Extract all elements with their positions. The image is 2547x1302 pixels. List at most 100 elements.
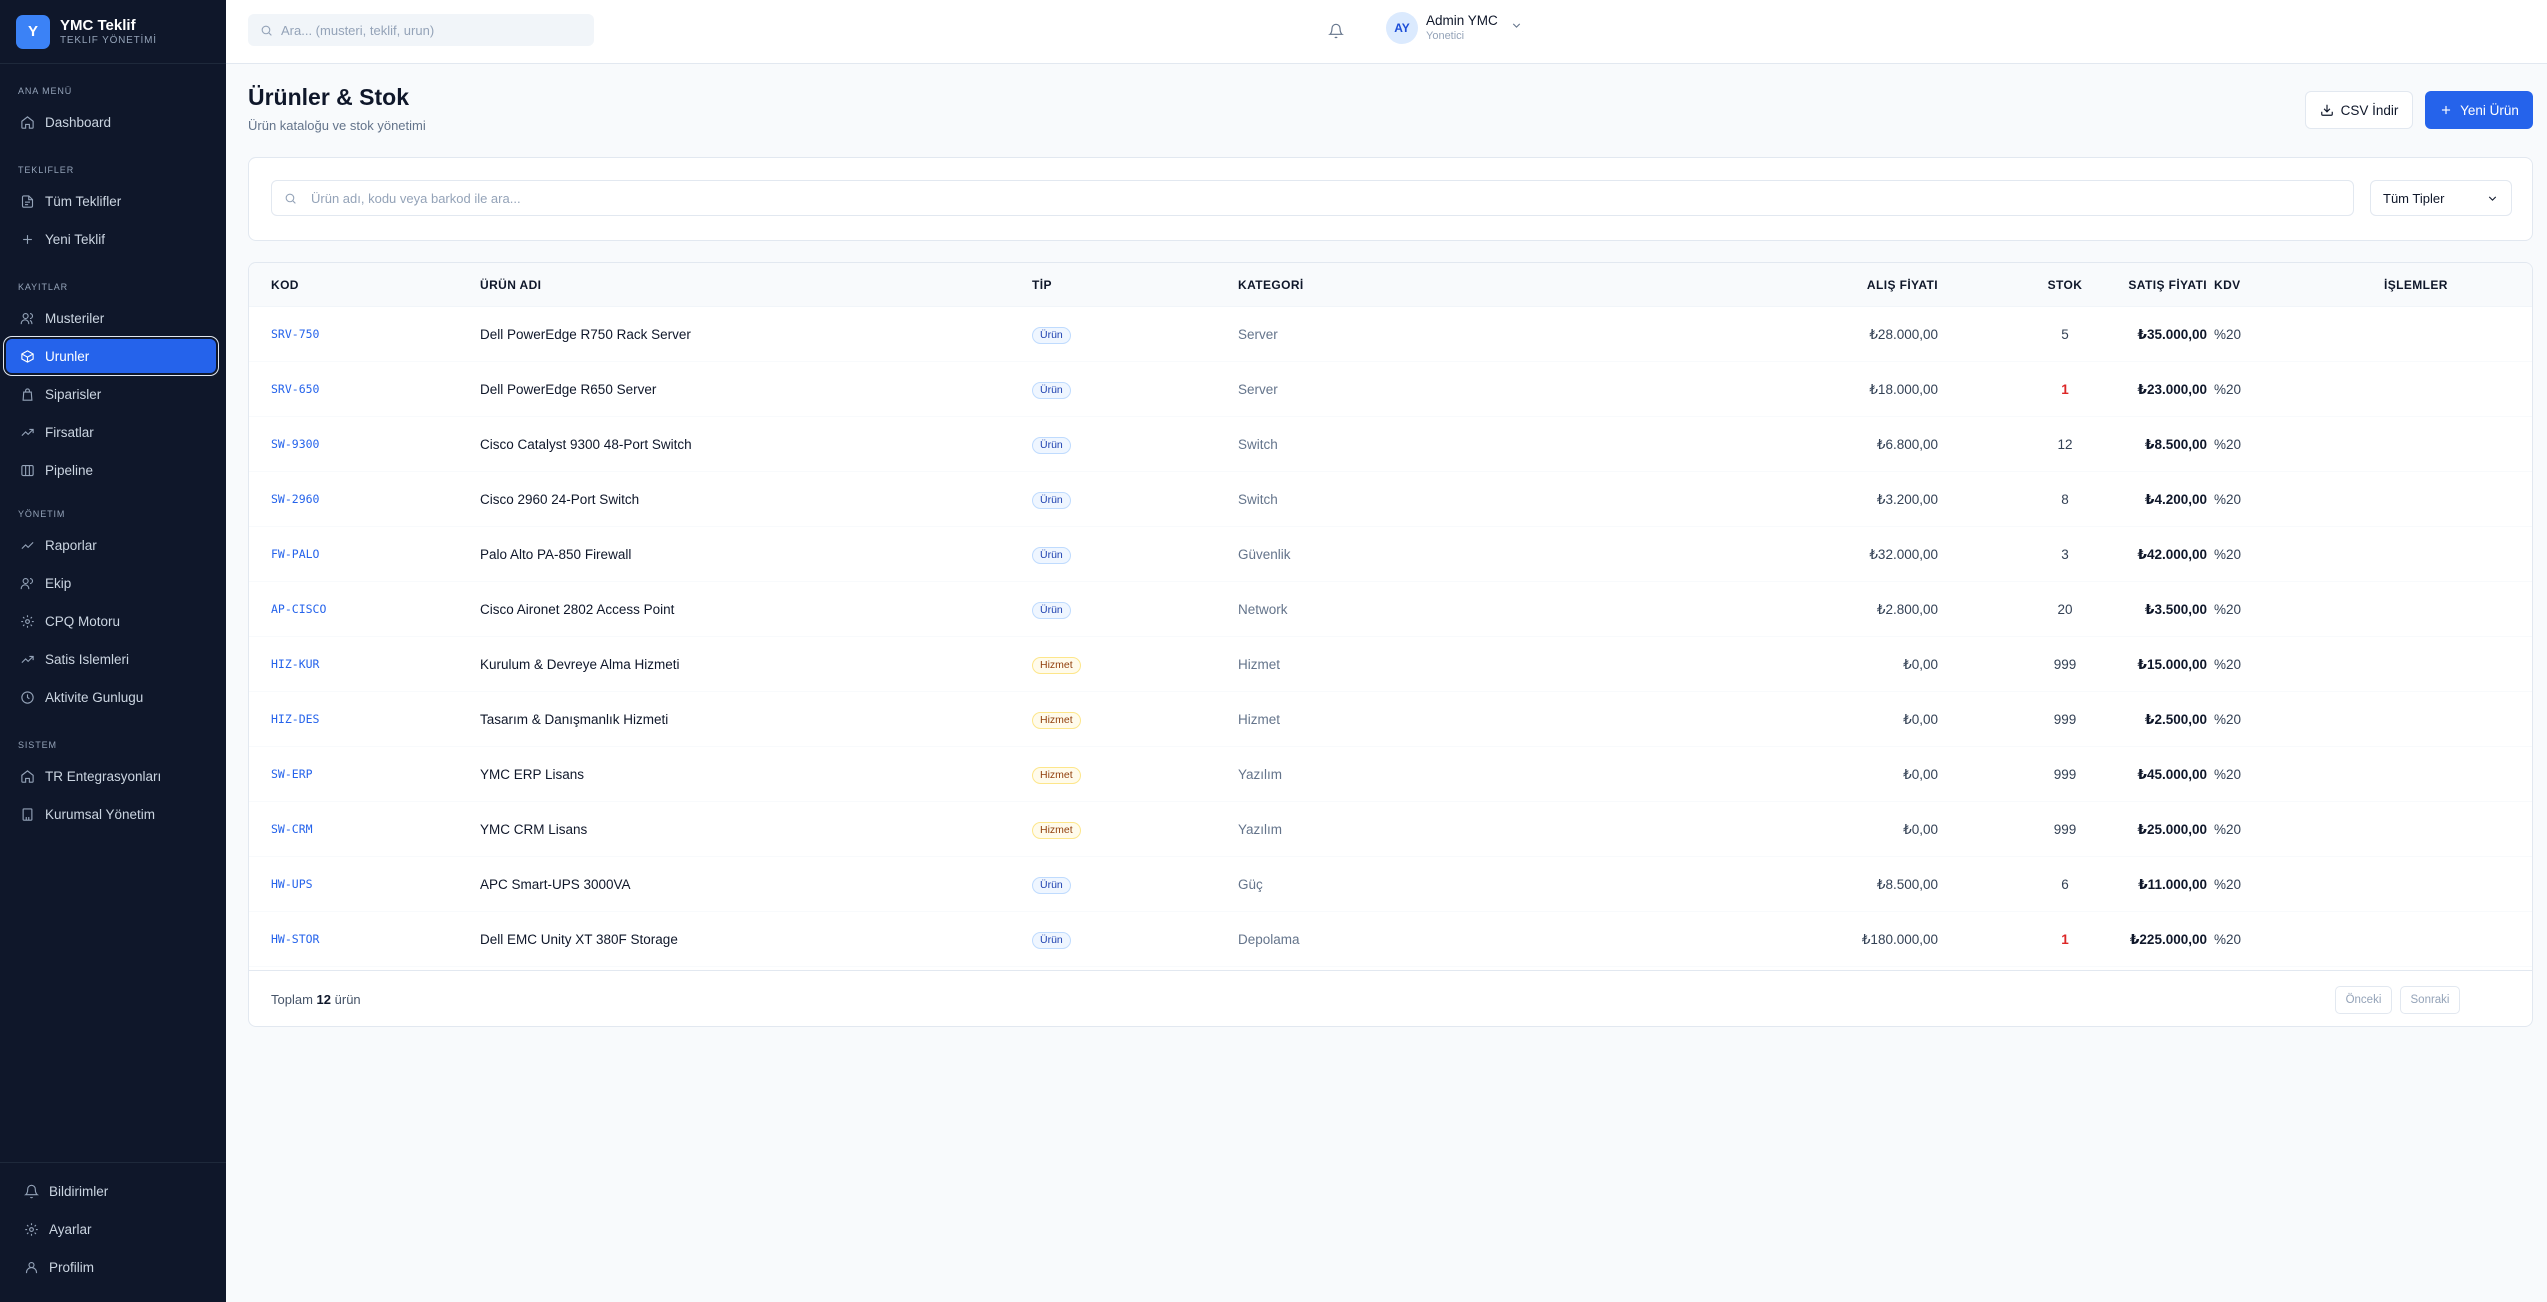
sidebar-item-firsatlar[interactable]: Firsatlar <box>6 415 216 449</box>
stock-count: 6 <box>2061 877 2069 892</box>
row-actions[interactable] <box>2384 912 2504 967</box>
bell-icon <box>23 1183 39 1199</box>
row-actions[interactable] <box>2384 527 2504 582</box>
product-code-link[interactable]: SW-2960 <box>271 472 461 527</box>
new-product-button[interactable]: Yeni Ürün <box>2425 91 2533 129</box>
buy-price: ₺32.000,00 <box>1869 547 1938 562</box>
chevron-down-icon <box>1510 19 1523 37</box>
sidebar-item-ayarlar[interactable]: Ayarlar <box>6 1212 216 1246</box>
row-actions[interactable] <box>2384 637 2504 692</box>
row-actions[interactable] <box>2384 802 2504 857</box>
stock-count: 12 <box>2057 437 2073 452</box>
sidebar-item-yeni-teklif[interactable]: Yeni Teklif <box>6 222 216 256</box>
row-actions[interactable] <box>2384 307 2504 362</box>
column-header-urun-adi[interactable]: ÜRÜN ADI <box>480 263 1020 307</box>
table-row[interactable]: SRV-750 Dell PowerEdge R750 Rack Server Ür… <box>249 307 2532 362</box>
box-icon <box>19 348 35 364</box>
columns-icon <box>19 462 35 478</box>
product-code-link[interactable]: FW-PALO <box>271 527 461 582</box>
column-header-kategori[interactable]: KATEGORİ <box>1238 263 1458 307</box>
row-actions[interactable] <box>2384 692 2504 747</box>
sidebar-item-label: Yeni Teklif <box>45 231 106 247</box>
sidebar-item-aktivite-gunlugu[interactable]: Aktivite Gunlugu <box>6 680 216 714</box>
table-row[interactable]: SW-CRM YMC CRM Lisans Hizmet Yazılım ₺0,00 ₺2… <box>249 802 2532 857</box>
table-row[interactable]: FW-PALO Palo Alto PA-850 Firewall Ürün Güve… <box>249 527 2532 582</box>
notifications-button[interactable] <box>1325 20 1347 42</box>
product-name: Tasarım & Danışmanlık Hizmeti <box>480 712 669 727</box>
sidebar-item-t-m-teklifler[interactable]: Tüm Teklifler <box>6 184 216 218</box>
type-cell: Ürün <box>1032 527 1222 582</box>
column-header-tip[interactable]: TİP <box>1032 263 1222 307</box>
global-search-input[interactable]: Ara... (musteri, teklif, urun) <box>248 14 594 46</box>
sidebar-item-raporlar[interactable]: Raporlar <box>6 528 216 562</box>
prev-page-button[interactable]: Önceki <box>2335 986 2392 1014</box>
type-cell: Ürün <box>1032 307 1222 362</box>
column-header-kod[interactable]: KOD <box>271 263 461 307</box>
product-code-link[interactable]: SW-CRM <box>271 802 461 857</box>
row-actions[interactable] <box>2384 417 2504 472</box>
type-cell: Ürün <box>1032 912 1222 967</box>
table-row[interactable]: HIZ-KUR Kurulum & Devreye Alma Hizmeti Hiz… <box>249 637 2532 692</box>
product-name: APC Smart-UPS 3000VA <box>480 877 631 892</box>
row-actions[interactable] <box>2384 362 2504 417</box>
product-code-link[interactable]: SW-ERP <box>271 747 461 802</box>
column-header-alis-fiyati[interactable]: ALIŞ FİYATI <box>1629 263 1938 307</box>
category: Hizmet <box>1238 657 1281 672</box>
sidebar-item-siparisler[interactable]: Siparisler <box>6 377 216 411</box>
table-row[interactable]: AP-CISCO Cisco Aironet 2802 Access Point Ü… <box>249 582 2532 637</box>
sidebar-item-urunler[interactable]: Urunler <box>6 339 216 373</box>
product-name: Dell EMC Unity XT 380F Storage <box>480 932 678 947</box>
row-actions[interactable] <box>2384 582 2504 637</box>
sidebar-item-bildirimler[interactable]: Bildirimler <box>6 1174 216 1208</box>
sidebar-section-title: YÖNETIM <box>18 509 66 519</box>
category: Hizmet <box>1238 712 1281 727</box>
column-header-kdv[interactable]: KDV <box>2214 263 2314 307</box>
column-header-islemler[interactable]: İŞLEMLER <box>2384 263 2504 307</box>
sidebar-item-profilim[interactable]: Profilim <box>6 1250 216 1284</box>
search-icon <box>285 193 296 204</box>
table-row[interactable]: SW-2960 Cisco 2960 24-Port Switch Ürün Swit… <box>249 472 2532 527</box>
table-row[interactable]: SRV-650 Dell PowerEdge R650 Server Ürün Ser… <box>249 362 2532 417</box>
category: Switch <box>1238 492 1278 507</box>
sidebar-section-title: KAYITLAR <box>18 282 69 292</box>
stock-count: 3 <box>2061 547 2069 562</box>
product-code-link[interactable]: HW-STOR <box>271 912 461 967</box>
sidebar-item-dashboard[interactable]: Dashboard <box>6 105 216 139</box>
csv-download-button[interactable]: CSV İndir <box>2305 91 2413 129</box>
sidebar-item-ekip[interactable]: Ekip <box>6 566 216 600</box>
product-code-link[interactable]: HIZ-DES <box>271 692 461 747</box>
sidebar-item-musteriler[interactable]: Musteriler <box>6 301 216 335</box>
table-row[interactable]: SW-9300 Cisco Catalyst 9300 48-Port Switc… <box>249 417 2532 472</box>
product-code-link[interactable]: HW-UPS <box>271 857 461 912</box>
sidebar-item-cpq-motoru[interactable]: CPQ Motoru <box>6 604 216 638</box>
product-code-link[interactable]: AP-CISCO <box>271 582 461 637</box>
product-search-input[interactable]: Ürün adı, kodu veya barkod ile ara... <box>271 180 2354 216</box>
table-row[interactable]: HIZ-DES Tasarım & Danışmanlık Hizmeti Hizm… <box>249 692 2532 747</box>
product-code-link[interactable]: SW-9300 <box>271 417 461 472</box>
type-badge: Ürün <box>1032 491 1071 509</box>
sidebar-item-label: Siparisler <box>45 386 102 402</box>
row-actions[interactable] <box>2384 747 2504 802</box>
new-product-label: Yeni Ürün <box>2460 102 2519 118</box>
sidebar-item-label: TR Entegrasyonları <box>45 768 162 784</box>
next-page-button[interactable]: Sonraki <box>2400 986 2460 1014</box>
product-code-link[interactable]: SRV-650 <box>271 362 461 417</box>
sidebar-item-tr-entegrasyonlar[interactable]: TR Entegrasyonları <box>6 759 216 793</box>
sidebar-item-satis-islemleri[interactable]: Satis Islemleri <box>6 642 216 676</box>
type-filter-select[interactable]: Tüm Tipler <box>2370 180 2512 216</box>
user-menu[interactable]: AY Admin YMC Yonetici <box>1386 12 1523 44</box>
product-code-link[interactable]: SRV-750 <box>271 307 461 362</box>
row-actions[interactable] <box>2384 472 2504 527</box>
brand-subtitle: TEKLIF YÖNETİMİ <box>60 34 157 46</box>
table-row[interactable]: HW-UPS APC Smart-UPS 3000VA Ürün Güç ₺8.500,… <box>249 857 2532 912</box>
sidebar-item-kurumsal-y-netim[interactable]: Kurumsal Yönetim <box>6 797 216 831</box>
product-code-link[interactable]: HIZ-KUR <box>271 637 461 692</box>
sidebar-item-pipeline[interactable]: Pipeline <box>6 453 216 487</box>
type-badge: Hizmet <box>1032 656 1081 674</box>
table-row[interactable]: HW-STOR Dell EMC Unity XT 380F Storage Ürü… <box>249 912 2532 967</box>
buy-price: ₺8.500,00 <box>1876 877 1938 892</box>
column-header-stok[interactable]: STOK <box>2015 263 2115 307</box>
row-actions[interactable] <box>2384 857 2504 912</box>
table-row[interactable]: SW-ERP YMC ERP Lisans Hizmet Yazılım ₺0,00 ₺4… <box>249 747 2532 802</box>
plus-icon <box>19 231 35 247</box>
